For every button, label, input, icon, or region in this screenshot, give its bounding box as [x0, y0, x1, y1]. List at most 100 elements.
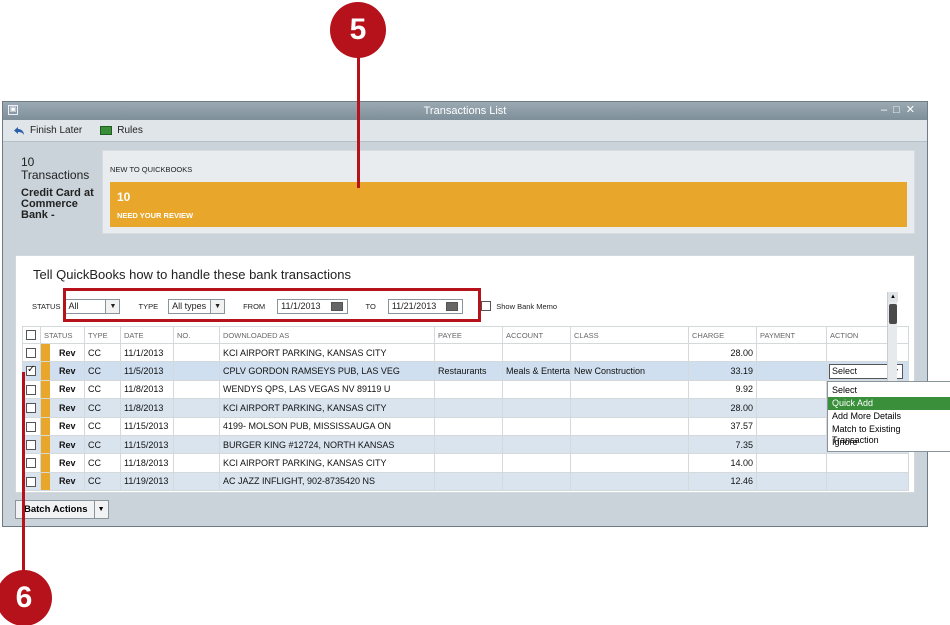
cell-class[interactable]: New Construction: [570, 361, 689, 381]
callout-6: 6: [0, 570, 52, 625]
need-review-tile[interactable]: 10 NEED YOUR REVIEW: [110, 182, 907, 227]
cell-class[interactable]: [570, 453, 689, 473]
cell-action[interactable]: [826, 471, 909, 492]
table-row[interactable]: Rev CC 11/8/2013 WENDYS QPS, LAS VEGAS NV 8…: [22, 379, 909, 400]
column-header[interactable]: NO.: [173, 326, 220, 344]
cell-type: CC: [84, 434, 121, 455]
menu-item[interactable]: Ignore: [828, 436, 950, 449]
cell-payment: [756, 379, 827, 400]
batch-actions-button[interactable]: Batch Actions ▼: [15, 500, 109, 519]
menu-item[interactable]: Add More Details: [828, 410, 950, 423]
row-checkbox-cell[interactable]: [22, 361, 41, 381]
cell-payee[interactable]: [434, 416, 503, 436]
row-checkbox-cell[interactable]: [22, 434, 41, 455]
row-checkbox-cell[interactable]: [22, 471, 41, 492]
row-checkbox[interactable]: [26, 458, 36, 469]
scroll-thumb[interactable]: [889, 304, 897, 324]
callout-5-line: [357, 56, 360, 188]
cell-status: Rev: [40, 434, 85, 455]
table-row[interactable]: Rev CC 11/15/2013 4199- MOLSON PUB, MISSISS…: [22, 416, 909, 436]
cell-account[interactable]: [502, 416, 571, 436]
cell-payee[interactable]: [434, 453, 503, 473]
table-row[interactable]: Rev CC 11/19/2013 AC JAZZ INFLIGHT, 902-873…: [22, 471, 909, 492]
cell-downloaded: KCI AIRPORT PARKING, KANSAS CITY: [219, 342, 435, 363]
row-checkbox[interactable]: [26, 421, 36, 432]
cell-class[interactable]: [570, 342, 689, 363]
cell-no: [173, 379, 220, 400]
row-checkbox-cell[interactable]: [22, 453, 41, 473]
row-checkbox[interactable]: [26, 476, 36, 487]
cell-account[interactable]: [502, 471, 571, 492]
menu-item[interactable]: Select: [828, 384, 950, 397]
column-header[interactable]: STATUS: [40, 326, 85, 344]
cell-class[interactable]: [570, 434, 689, 455]
cell-downloaded: BURGER KING #12724, NORTH KANSAS: [219, 434, 435, 455]
table-row[interactable]: Rev CC 11/15/2013 BURGER KING #12724, NORTH…: [22, 434, 909, 455]
row-checkbox-cell[interactable]: [22, 416, 41, 436]
select-all-checkbox[interactable]: [26, 330, 36, 340]
cell-payee[interactable]: [434, 434, 503, 455]
menu-item[interactable]: Match to Existing Transaction: [828, 423, 950, 445]
cell-payee[interactable]: Restaurants: [434, 361, 503, 381]
column-header[interactable]: CHARGE: [688, 326, 757, 344]
cell-account[interactable]: [502, 379, 571, 400]
row-checkbox-cell[interactable]: [22, 342, 41, 363]
cell-action[interactable]: [826, 453, 909, 473]
cell-class[interactable]: [570, 416, 689, 436]
status-text: Rev: [59, 402, 76, 413]
minimize-icon[interactable]: –: [881, 104, 893, 116]
column-header[interactable]: PAYMENT: [756, 326, 827, 344]
cell-class[interactable]: [570, 471, 689, 492]
cell-account[interactable]: Meals & Entertai: [502, 361, 571, 381]
row-checkbox[interactable]: [26, 384, 36, 395]
table-header: STATUS TYPE DATE NO. DOWNLOADED AS PAYEE…: [22, 326, 909, 344]
row-checkbox[interactable]: [26, 403, 36, 414]
cell-class[interactable]: [570, 379, 689, 400]
finish-later-button[interactable]: Finish Later: [13, 125, 82, 136]
cell-date: 11/1/2013: [120, 342, 174, 363]
cell-payee[interactable]: [434, 471, 503, 492]
column-header[interactable]: DATE: [120, 326, 174, 344]
row-checkbox[interactable]: [26, 364, 36, 377]
column-header[interactable]: DOWNLOADED AS: [219, 326, 435, 344]
rules-button[interactable]: Rules: [100, 125, 143, 136]
column-header[interactable]: PAYEE: [434, 326, 503, 344]
status-text: Rev: [59, 366, 76, 377]
need-review-label: NEED YOUR REVIEW: [117, 211, 194, 220]
select-all-checkbox-cell[interactable]: [22, 326, 41, 344]
rules-label: Rules: [117, 125, 143, 136]
table-row[interactable]: Rev CC 11/8/2013 KCI AIRPORT PARKING, KANSA…: [22, 398, 909, 418]
column-header[interactable]: TYPE: [84, 326, 121, 344]
cell-account[interactable]: [502, 398, 571, 418]
transactions-table: STATUS TYPE DATE NO. DOWNLOADED AS PAYEE…: [22, 326, 909, 492]
table-row[interactable]: Rev CC11/5/2013 CPLV GORDON RAMSEYS PUB, L…: [22, 361, 909, 381]
column-header[interactable]: ACCOUNT: [502, 326, 571, 344]
scroll-up-icon[interactable]: ▲: [888, 292, 898, 302]
cell-account[interactable]: [502, 342, 571, 363]
row-checkbox[interactable]: [26, 348, 36, 358]
show-bank-memo-checkbox[interactable]: [481, 301, 492, 311]
table-row[interactable]: Rev CC 11/1/2013 KCI AIRPORT PARKING, KANSA…: [22, 342, 909, 363]
close-icon[interactable]: ✕: [906, 104, 921, 116]
new-to-quickbooks-header: NEW TO QUICKBOOKS: [110, 165, 193, 174]
cell-payee[interactable]: [434, 398, 503, 418]
cell-payee[interactable]: [434, 379, 503, 400]
finish-later-label: Finish Later: [30, 125, 83, 136]
chevron-down-icon[interactable]: ▼: [93, 501, 108, 518]
cell-status: Rev: [40, 342, 85, 363]
cell-payee[interactable]: [434, 342, 503, 363]
status-indicator: [41, 399, 50, 417]
cell-type: CC: [84, 453, 121, 473]
cell-status: Rev: [40, 398, 85, 418]
cell-account[interactable]: [502, 434, 571, 455]
row-checkbox-cell[interactable]: [22, 379, 41, 400]
cell-class[interactable]: [570, 398, 689, 418]
row-checkbox[interactable]: [26, 439, 36, 450]
maximize-icon[interactable]: □: [893, 104, 906, 116]
column-header[interactable]: CLASS: [570, 326, 689, 344]
cell-account[interactable]: [502, 453, 571, 473]
cell-status: Rev: [40, 361, 85, 381]
table-row[interactable]: Rev CC 11/18/2013 KCI AIRPORT PARKING, KANS…: [22, 453, 909, 473]
row-checkbox-cell[interactable]: [22, 398, 41, 418]
menu-item[interactable]: Quick Add: [828, 397, 950, 410]
